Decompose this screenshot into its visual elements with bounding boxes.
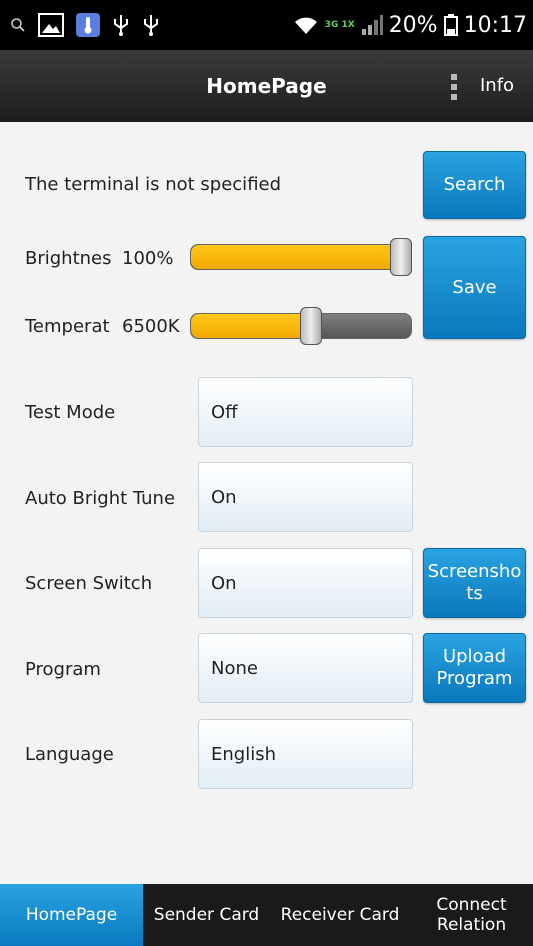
auto-bright-tune-label: Auto Bright Tune bbox=[25, 488, 176, 509]
screenshots-button[interactable]: Screensho ts bbox=[423, 548, 526, 618]
brightness-value: 100% bbox=[122, 248, 174, 269]
network-type-label: 3G 1X bbox=[324, 19, 355, 30]
temperature-value: 6500K bbox=[122, 316, 180, 337]
search-icon bbox=[10, 12, 26, 38]
auto-bright-tune-select[interactable]: On bbox=[198, 462, 413, 532]
program-label: Program bbox=[25, 659, 101, 680]
upload-program-button[interactable]: Upload Program bbox=[423, 633, 526, 703]
overflow-menu-icon[interactable] bbox=[448, 74, 460, 100]
info-button[interactable]: Info bbox=[480, 50, 514, 122]
temperature-slider-thumb[interactable] bbox=[300, 307, 322, 345]
brightness-slider-fill bbox=[191, 245, 402, 269]
action-bar: HomePage Info bbox=[0, 50, 533, 122]
temperature-label: Temperat bbox=[25, 316, 110, 337]
test-mode-label: Test Mode bbox=[25, 402, 116, 423]
terminal-status-text: The terminal is not specified bbox=[25, 174, 282, 195]
language-select[interactable]: English bbox=[198, 719, 413, 789]
clock-time: 10:17 bbox=[463, 12, 527, 38]
status-bar: 3G 1X 20% 10:17 bbox=[0, 0, 533, 50]
bottom-tab-bar: HomePage Sender Card Receiver Card Conne… bbox=[0, 884, 533, 946]
gallery-icon bbox=[38, 12, 64, 38]
battery-charging-icon bbox=[443, 12, 458, 38]
tab-connect-relation[interactable]: Connect Relation bbox=[410, 884, 533, 946]
thermometer-app-icon bbox=[76, 12, 100, 38]
test-mode-select[interactable]: Off bbox=[198, 377, 413, 447]
screen-switch-select[interactable]: On bbox=[198, 548, 413, 618]
brightness-label: Brightnes bbox=[25, 248, 112, 269]
save-button[interactable]: Save bbox=[423, 236, 526, 339]
search-button[interactable]: Search bbox=[423, 151, 526, 219]
tab-sender-card[interactable]: Sender Card bbox=[143, 884, 270, 946]
tab-receiver-card[interactable]: Receiver Card bbox=[270, 884, 410, 946]
usb-icon bbox=[112, 12, 130, 38]
battery-percent: 20% bbox=[388, 12, 438, 38]
system-icons: 3G 1X 20% 10:17 bbox=[293, 9, 527, 41]
usb-icon bbox=[142, 12, 160, 38]
screen-switch-label: Screen Switch bbox=[25, 573, 153, 594]
wifi-icon bbox=[293, 12, 319, 38]
notification-icons bbox=[10, 10, 160, 40]
temperature-slider-fill bbox=[191, 314, 312, 338]
signal-icon bbox=[361, 12, 383, 38]
language-label: Language bbox=[25, 744, 114, 765]
tab-homepage[interactable]: HomePage bbox=[0, 884, 143, 946]
brightness-slider[interactable] bbox=[190, 244, 412, 270]
brightness-slider-thumb[interactable] bbox=[390, 238, 412, 276]
program-select[interactable]: None bbox=[198, 633, 413, 703]
